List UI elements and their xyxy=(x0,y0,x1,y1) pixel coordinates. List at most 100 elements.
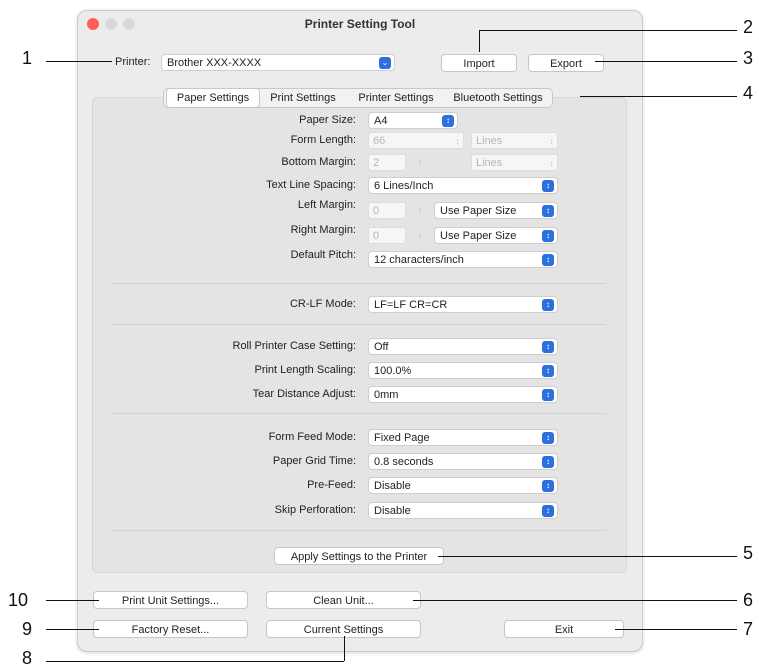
tab-print-settings[interactable]: Print Settings xyxy=(260,89,346,107)
left-margin-value: 0 xyxy=(373,205,380,217)
clean-unit-button[interactable]: Clean Unit... xyxy=(266,591,421,609)
bottom-margin-label: Bottom Margin: xyxy=(281,156,356,168)
tab-bar: Paper Settings Print Settings Printer Se… xyxy=(163,88,553,108)
callout-line xyxy=(615,629,737,630)
default-pitch-label: Default Pitch: xyxy=(290,249,356,261)
stepper-icon[interactable]: ↕ xyxy=(415,203,425,218)
form-feed-mode-select[interactable]: Fixed Page ↕ xyxy=(368,429,558,446)
text-line-spacing-select[interactable]: 6 Lines/Inch ↕ xyxy=(368,177,558,194)
chevron-updown-icon: ↕ xyxy=(542,456,554,468)
separator xyxy=(112,324,606,325)
bottom-margin-value: 2 xyxy=(373,157,380,169)
roll-case-value: Off xyxy=(374,341,389,353)
chevron-updown-icon: ↕ xyxy=(542,480,554,492)
callout-5: 5 xyxy=(743,543,754,563)
tear-distance-value: 0mm xyxy=(374,389,399,401)
printer-select[interactable]: Brother XXX-XXXX ⌄ xyxy=(161,54,395,71)
tab-bluetooth-settings[interactable]: Bluetooth Settings xyxy=(446,89,550,107)
form-length-unit-select[interactable]: Lines ↕ xyxy=(471,132,558,149)
left-margin-mode: Use Paper Size xyxy=(440,205,517,217)
print-unit-settings-button[interactable]: Print Unit Settings... xyxy=(93,591,248,609)
exit-button[interactable]: Exit xyxy=(504,620,624,638)
stepper-icon: ↕ xyxy=(455,136,461,146)
print-length-scaling-label: Print Length Scaling: xyxy=(254,364,356,376)
text-line-spacing-label: Text Line Spacing: xyxy=(266,179,356,191)
roll-case-label: Roll Printer Case Setting: xyxy=(232,340,357,352)
roll-case-select[interactable]: Off ↕ xyxy=(368,338,558,355)
right-margin-field[interactable]: 0 xyxy=(368,227,406,244)
form-length-field[interactable]: 66 ↕ xyxy=(368,132,464,149)
chevron-updown-icon: ↕ xyxy=(542,254,554,266)
apply-settings-button[interactable]: Apply Settings to the Printer xyxy=(274,547,444,565)
chevron-down-icon: ⌄ xyxy=(379,57,391,69)
stepper-icon[interactable]: ↕ xyxy=(415,228,425,243)
callout-9: 9 xyxy=(22,619,33,639)
chevron-updown-icon: ↕ xyxy=(549,136,555,146)
callout-line xyxy=(438,556,737,557)
tear-distance-select[interactable]: 0mm ↕ xyxy=(368,386,558,403)
import-button[interactable]: Import xyxy=(441,54,517,72)
default-pitch-select[interactable]: 12 characters/inch ↕ xyxy=(368,251,558,268)
chevron-updown-icon: ↕ xyxy=(542,505,554,517)
chevron-updown-icon: ↕ xyxy=(542,432,554,444)
callout-2: 2 xyxy=(743,17,754,37)
skip-perforation-select[interactable]: Disable ↕ xyxy=(368,502,558,519)
chevron-updown-icon: ↕ xyxy=(542,299,554,311)
print-length-scaling-value: 100.0% xyxy=(374,365,412,377)
callout-line xyxy=(46,661,344,662)
bottom-margin-unit-select[interactable]: Lines ↕ xyxy=(471,154,558,171)
left-margin-field[interactable]: 0 xyxy=(368,202,406,219)
callout-1: 1 xyxy=(22,48,33,68)
paper-grid-time-value: 0.8 seconds xyxy=(374,456,434,468)
callout-line xyxy=(580,96,737,97)
form-feed-mode-value: Fixed Page xyxy=(374,432,430,444)
right-margin-mode-select[interactable]: Use Paper Size ↕ xyxy=(434,227,558,244)
paper-size-select[interactable]: A4 ↕ xyxy=(368,112,458,129)
stepper-icon[interactable]: ↕ xyxy=(415,155,425,170)
bottom-margin-unit: Lines xyxy=(476,157,503,169)
chevron-updown-icon: ↕ xyxy=(549,158,555,168)
chevron-updown-icon: ↕ xyxy=(542,205,554,217)
callout-3: 3 xyxy=(743,48,754,68)
printer-label: Printer: xyxy=(115,56,151,68)
paper-grid-time-select[interactable]: 0.8 seconds ↕ xyxy=(368,453,558,470)
chevron-updown-icon: ↕ xyxy=(542,365,554,377)
chevron-updown-icon: ↕ xyxy=(542,341,554,353)
bottom-margin-field[interactable]: 2 xyxy=(368,154,406,171)
callout-line xyxy=(413,600,737,601)
crlf-mode-label: CR-LF Mode: xyxy=(289,298,356,310)
tab-paper-settings[interactable]: Paper Settings xyxy=(166,88,260,108)
print-length-scaling-select[interactable]: 100.0% ↕ xyxy=(368,362,558,379)
default-pitch-value: 12 characters/inch xyxy=(374,254,464,266)
chevron-updown-icon: ↕ xyxy=(542,389,554,401)
pre-feed-select[interactable]: Disable ↕ xyxy=(368,477,558,494)
right-margin-label: Right Margin: xyxy=(290,224,356,236)
printer-value: Brother XXX-XXXX xyxy=(167,57,262,69)
right-margin-value: 0 xyxy=(373,230,380,242)
window-title: Printer Setting Tool xyxy=(304,17,416,31)
callout-line xyxy=(344,636,345,661)
chevron-updown-icon: ↕ xyxy=(542,180,554,192)
chevron-updown-icon: ↕ xyxy=(442,115,454,127)
export-button[interactable]: Export xyxy=(528,54,604,72)
callout-line xyxy=(46,600,99,601)
crlf-mode-value: LF=LF CR=CR xyxy=(374,299,448,311)
paper-size-label: Paper Size: xyxy=(299,114,356,126)
crlf-mode-select[interactable]: LF=LF CR=CR ↕ xyxy=(368,296,558,313)
left-margin-label: Left Margin: xyxy=(297,199,356,211)
separator xyxy=(112,413,606,414)
form-feed-mode-label: Form Feed Mode: xyxy=(268,431,356,443)
separator xyxy=(112,530,606,531)
paper-size-value: A4 xyxy=(374,115,388,127)
callout-line xyxy=(595,61,737,62)
form-length-label: Form Length: xyxy=(290,134,356,146)
callout-7: 7 xyxy=(743,619,754,639)
factory-reset-button[interactable]: Factory Reset... xyxy=(93,620,248,638)
tab-printer-settings[interactable]: Printer Settings xyxy=(349,89,443,107)
callout-line xyxy=(479,30,480,52)
skip-perforation-value: Disable xyxy=(374,505,411,517)
left-margin-mode-select[interactable]: Use Paper Size ↕ xyxy=(434,202,558,219)
callout-4: 4 xyxy=(743,83,754,103)
text-line-spacing-value: 6 Lines/Inch xyxy=(374,180,434,192)
skip-perforation-label: Skip Perforation: xyxy=(274,504,356,516)
